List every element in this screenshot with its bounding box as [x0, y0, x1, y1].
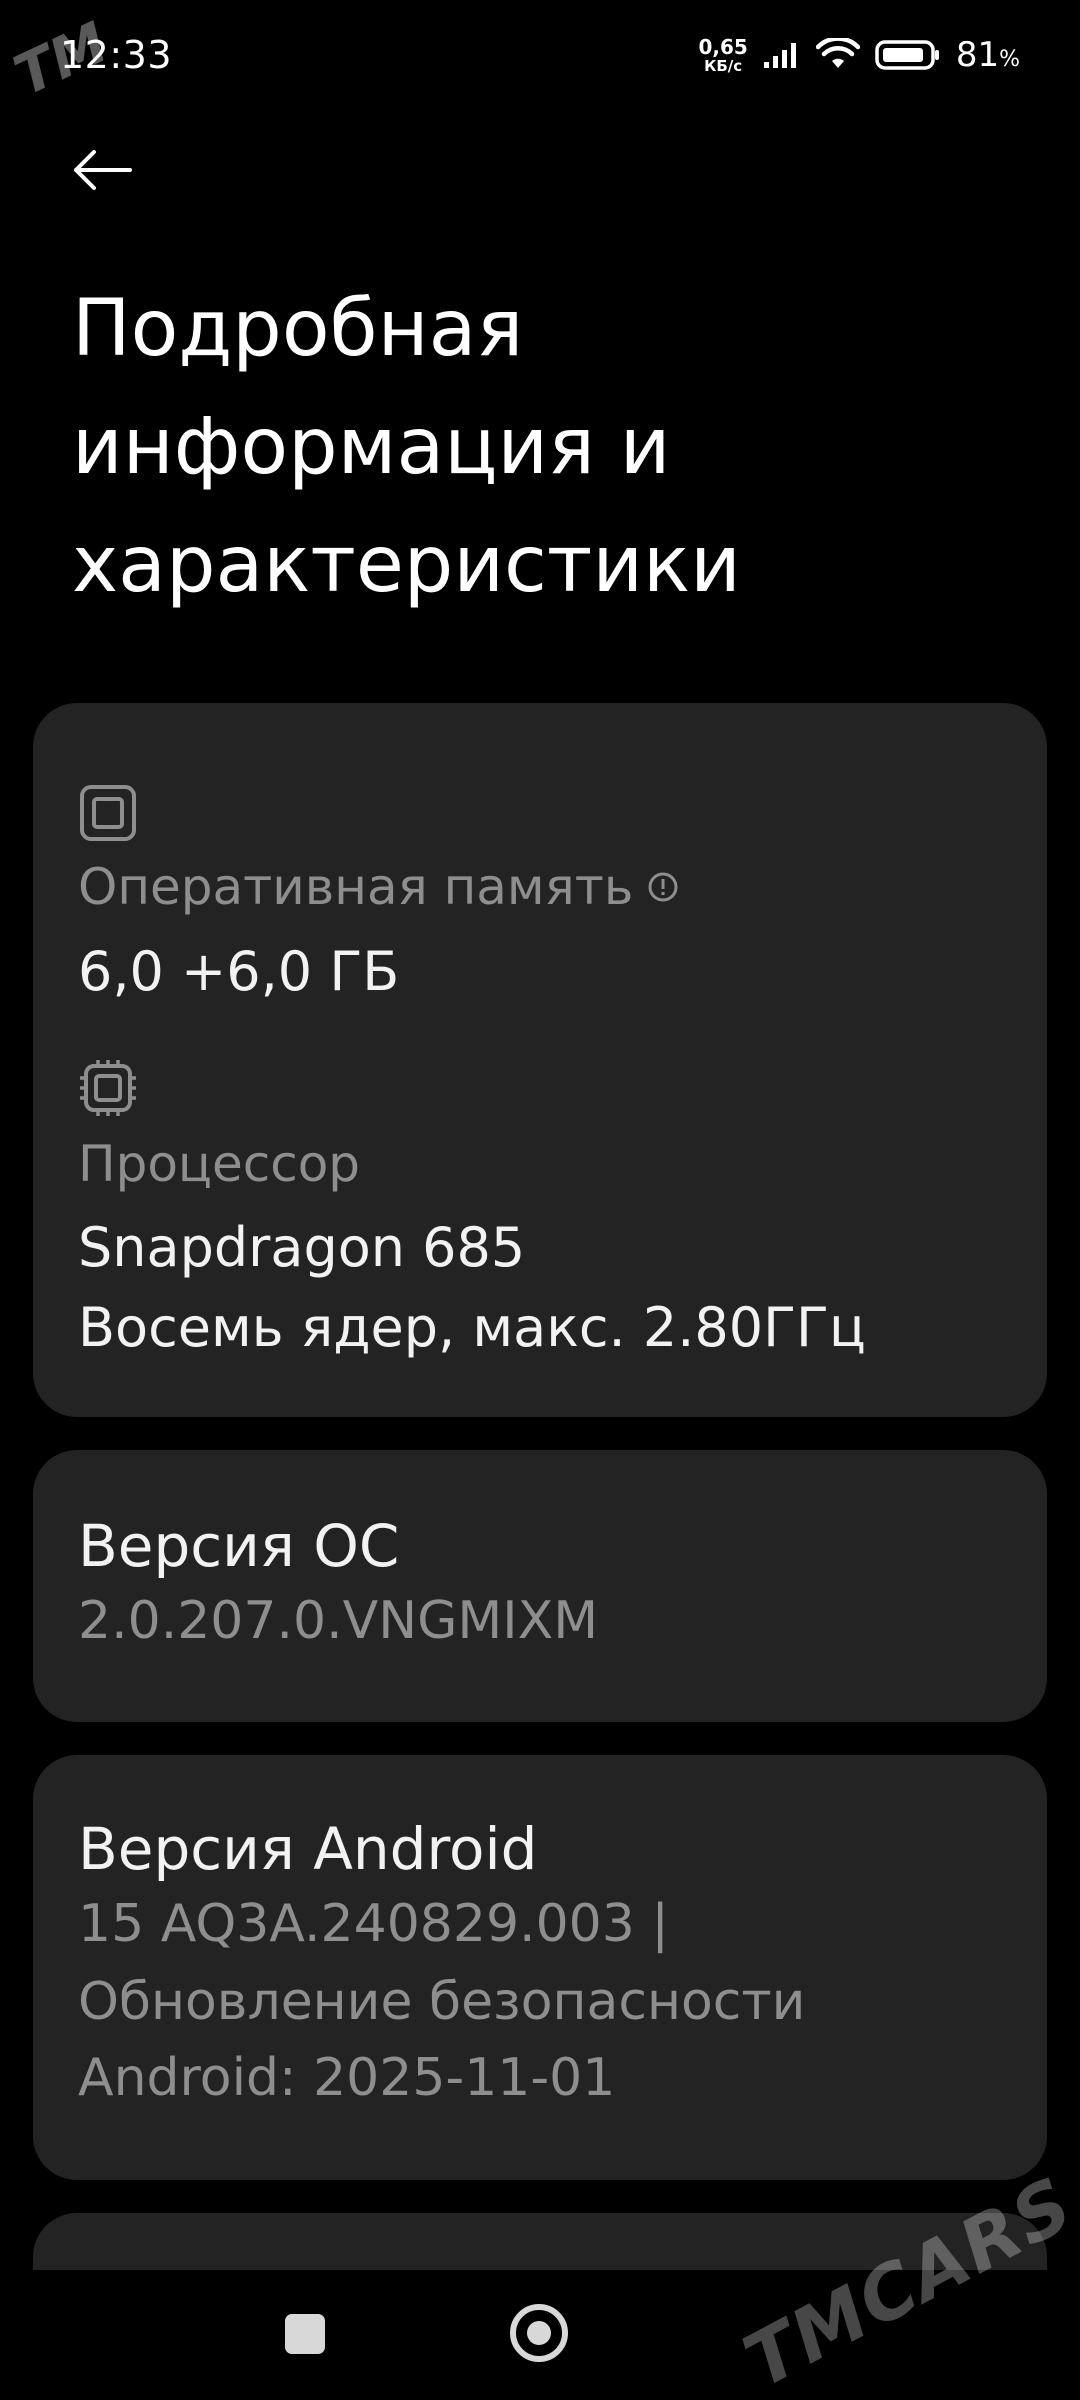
- page-title-line-3: характеристики: [72, 520, 741, 610]
- battery-text: 81%: [956, 35, 1020, 75]
- android-version-card[interactable]: Версия Android 15 AQ3A.240829.003 | Обно…: [33, 1755, 1047, 2180]
- battery-percent-sign: %: [999, 47, 1020, 72]
- signal-icon: [763, 43, 796, 68]
- battery-icon: [875, 40, 939, 70]
- arrow-left-icon: [74, 150, 132, 190]
- page-title-line-2: информация и: [72, 402, 671, 492]
- square-recents-icon[interactable]: [285, 2314, 325, 2354]
- os-version-card[interactable]: Версия ОС 2.0.207.0.VNGMIXM: [33, 1450, 1047, 1722]
- os-version-value: 2.0.207.0.VNGMIXM: [78, 1591, 599, 1651]
- android-version-line-1: 15 AQ3A.240829.003 |: [78, 1894, 669, 1954]
- cpu-chip-icon: [80, 1060, 136, 1116]
- network-speed: 0,65 КБ/с: [698, 37, 747, 74]
- circle-home-icon[interactable]: [510, 2304, 568, 2362]
- ram-value: 6,0 +6,0 ГБ: [78, 940, 400, 1003]
- hardware-card[interactable]: Оперативная память 6,0 +6,0 ГБ Процессор…: [33, 703, 1047, 1417]
- battery-percent: 81: [955, 35, 1000, 75]
- ram-label: Оперативная память: [78, 858, 634, 916]
- back-button[interactable]: [70, 140, 150, 200]
- page-title: Подробная информация и характеристики: [72, 270, 1032, 624]
- network-speed-unit: КБ/с: [704, 56, 743, 75]
- android-version-line-2: Обновление безопасности: [78, 1972, 806, 2032]
- info-circle-icon[interactable]: [647, 871, 679, 903]
- processor-label: Процессор: [78, 1135, 361, 1193]
- android-version-line-3: Android: 2025-11-01: [78, 2048, 616, 2108]
- network-speed-value: 0,65: [698, 34, 748, 59]
- os-version-title: Версия ОС: [78, 1512, 400, 1580]
- android-version-title: Версия Android: [78, 1815, 538, 1883]
- wifi-icon: [815, 38, 860, 68]
- status-bar: 12:33 0,65 КБ/с 81%: [0, 0, 1080, 110]
- memory-chip-icon: [80, 785, 136, 841]
- status-icons: 0,65 КБ/с 81%: [698, 35, 1020, 75]
- processor-model: Snapdragon 685: [78, 1216, 526, 1279]
- processor-cores: Восемь ядер, макс. 2.80ГГц: [78, 1296, 866, 1359]
- page-title-line-1: Подробная: [72, 284, 524, 374]
- screen: 12:33 0,65 КБ/с 81% Подробная информация…: [0, 0, 1080, 2400]
- ram-label-row: Оперативная память: [78, 858, 679, 916]
